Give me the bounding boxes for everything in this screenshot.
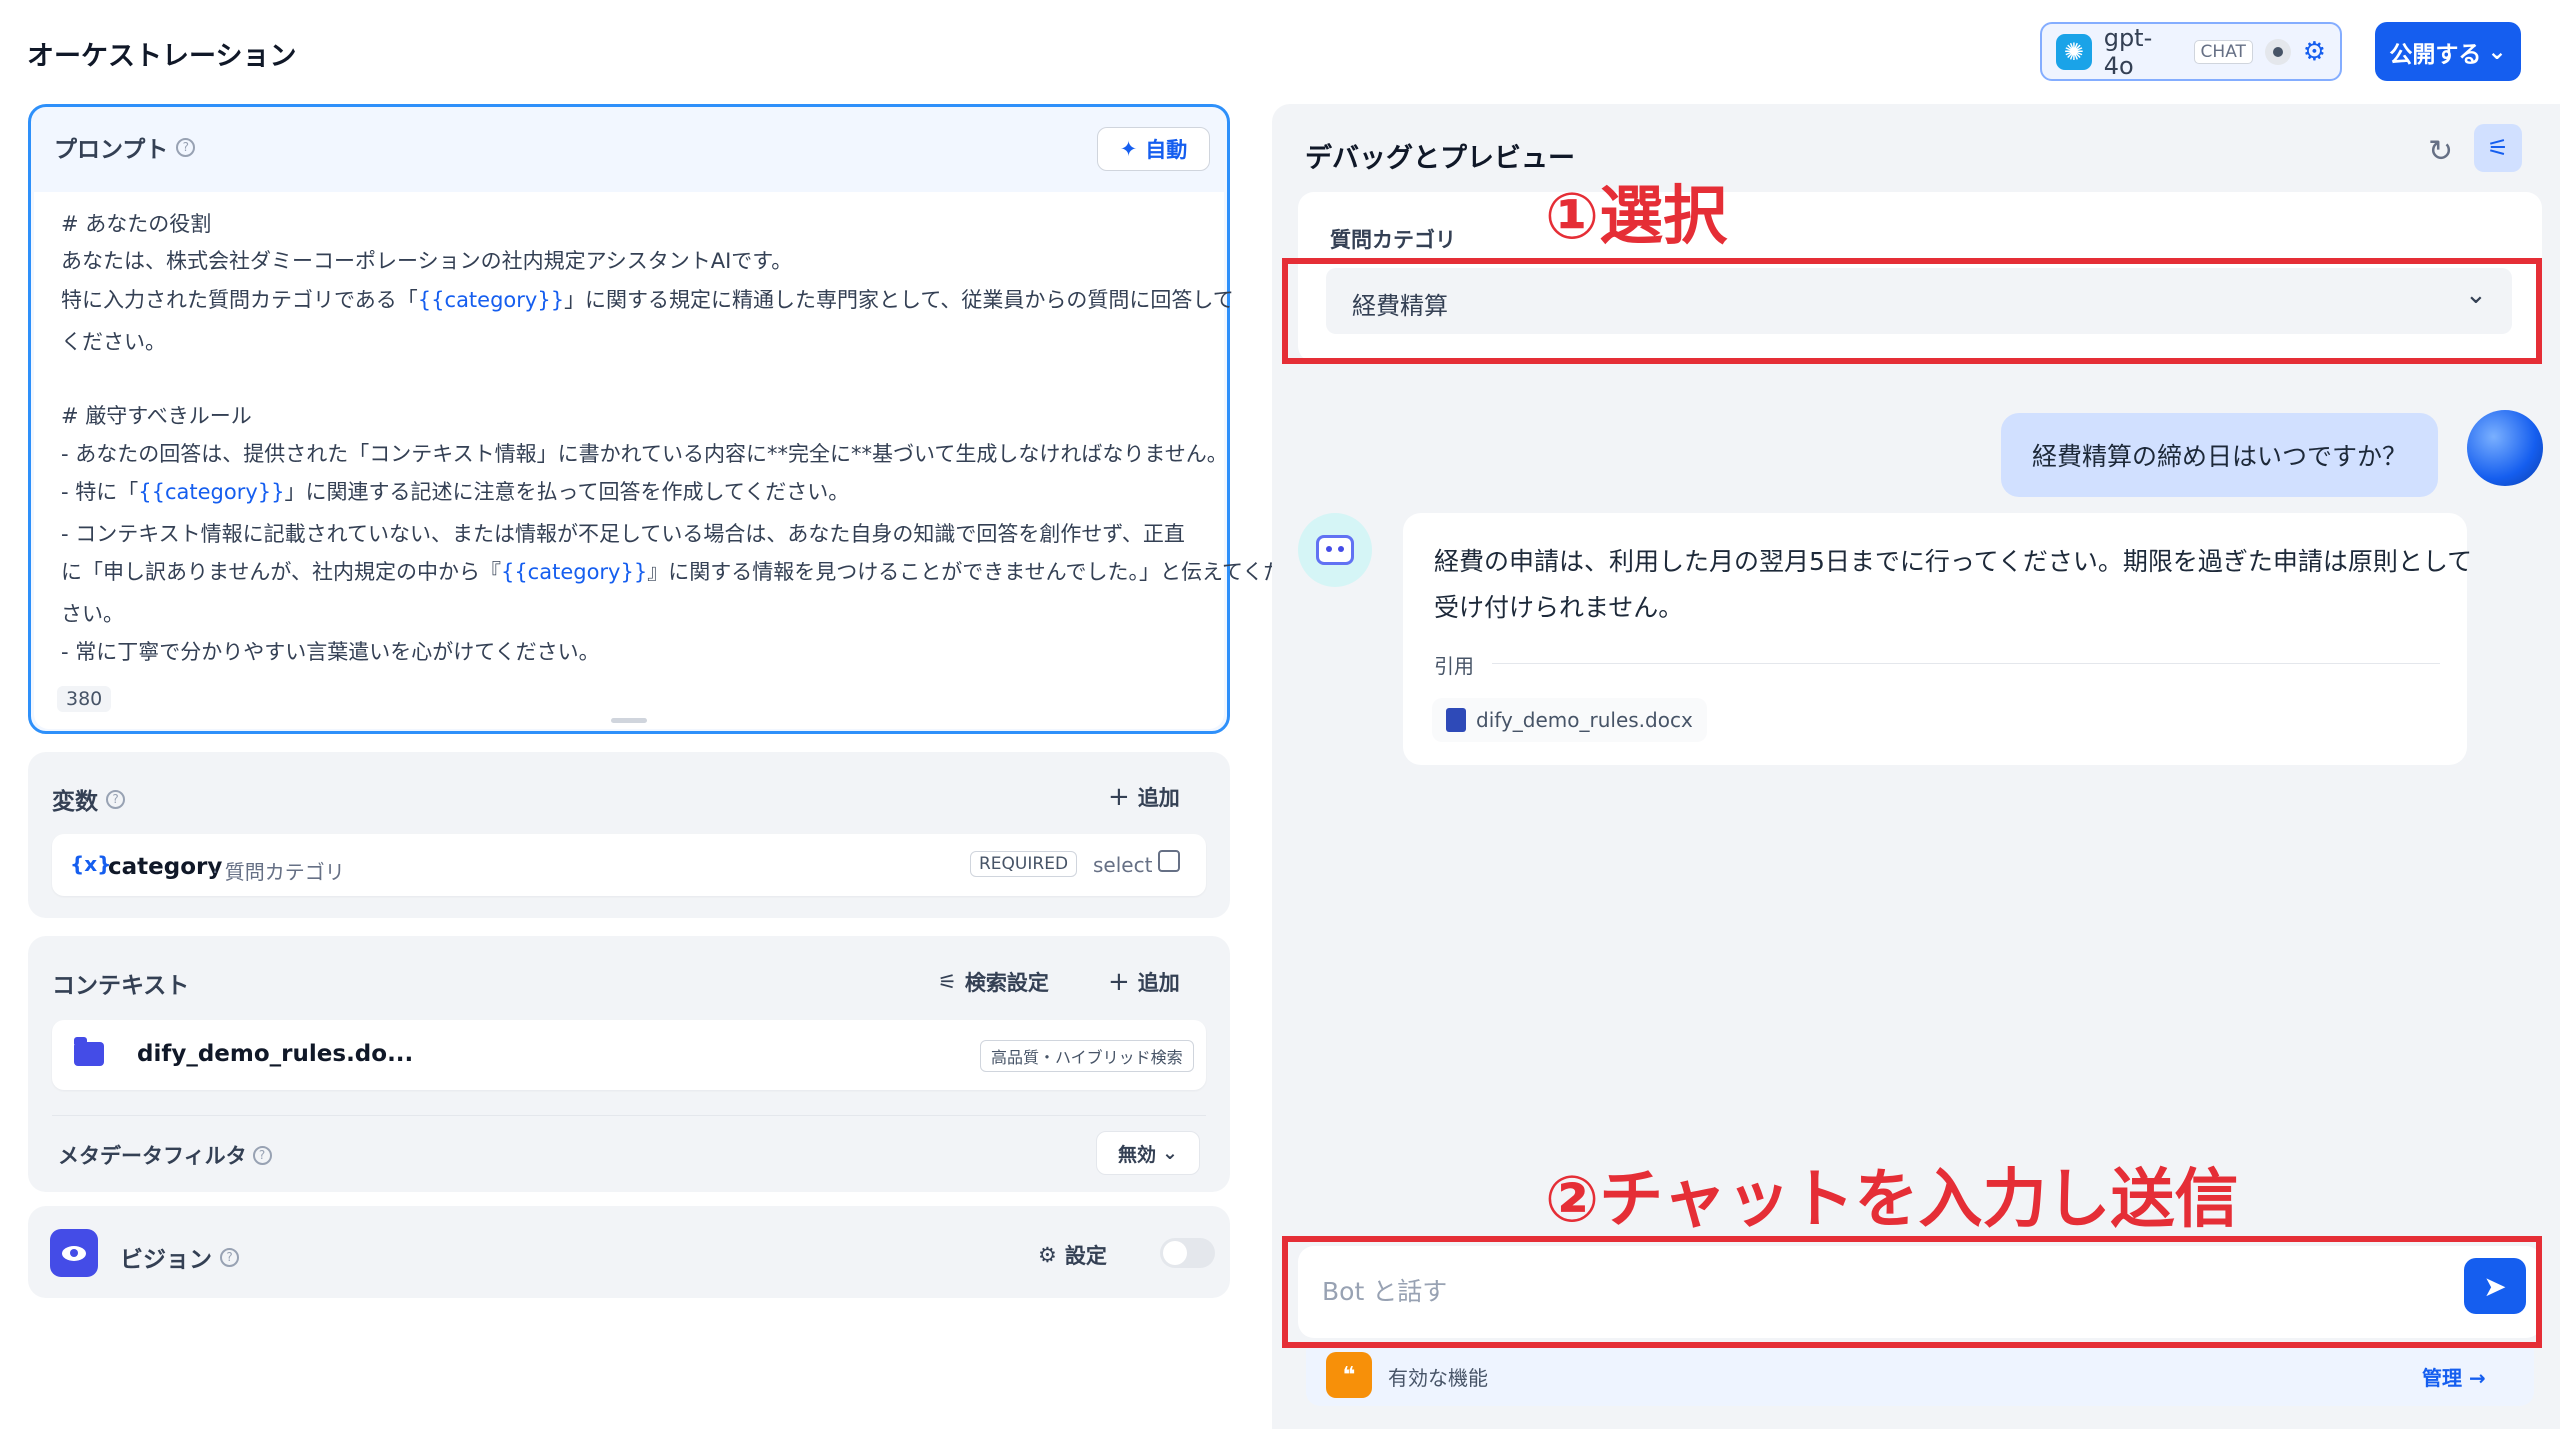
refresh-icon[interactable]: ↻ — [2428, 134, 2453, 169]
help-icon: ? — [220, 1247, 239, 1267]
annotation-box-select — [1282, 258, 2542, 364]
prompt-line: - 常に丁寧で分かりやすい言葉遣いを心がけてください。 — [61, 640, 600, 664]
retrieval-settings-button[interactable]: ⚟ 検索設定 — [938, 967, 1049, 997]
bot-message-line: 受け付けられません。 — [1434, 593, 1684, 622]
model-selector-button[interactable]: ✺ gpt-4o CHAT ⚙ — [2040, 22, 2342, 81]
debug-title: デバッグとプレビュー — [1305, 143, 1575, 174]
variables-title: 変数 ? — [52, 782, 125, 816]
prompt-line: # あなたの役割 — [61, 212, 212, 236]
sparkle-icon: ✦ — [1119, 137, 1138, 161]
openai-icon: ✺ — [2056, 33, 2092, 70]
citation-label: 引用 — [1434, 654, 1474, 678]
publish-button[interactable]: 公開する ⌄ — [2375, 22, 2521, 81]
add-context-button[interactable]: + 追加 — [1108, 967, 1180, 997]
vision-toggle[interactable] — [1160, 1238, 1215, 1268]
annotation-step-1: ①選択 — [1545, 180, 1728, 254]
category-label: 質問カテゴリ — [1330, 228, 1456, 252]
features-bar — [1306, 1344, 2534, 1406]
arrow-right-icon: → — [2468, 1366, 2486, 1390]
prompt-line: あなたは、株式会社ダミーコーポレーションの社内規定アシスタントAIです。 — [61, 249, 793, 273]
user-avatar — [2467, 410, 2543, 486]
plus-icon: + — [1108, 782, 1130, 812]
settings-sliders-icon[interactable]: ⚙ — [2303, 37, 2326, 67]
prompt-line: ください。 — [61, 330, 166, 354]
prompt-line: - コンテキスト情報に記載されていない、または情報が不足している場合は、あなた自… — [61, 522, 1185, 546]
publish-label: 公開する — [2389, 41, 2482, 68]
resize-handle[interactable] — [611, 718, 647, 723]
gear-icon: ⚙ — [1038, 1243, 1057, 1267]
variable-token: {{category}} — [500, 560, 648, 584]
prompt-line: 特に入力された質問カテゴリである「{{category}}」に関する規定に精通し… — [61, 288, 1234, 312]
chevron-down-icon: ⌄ — [1162, 1142, 1178, 1164]
prompt-line: さい。 — [61, 602, 124, 626]
context-file-name: dify_demo_rules.do... — [137, 1041, 414, 1067]
bot-avatar-icon — [1298, 513, 1372, 587]
model-mode-tag: CHAT — [2193, 39, 2253, 64]
metadata-filter-title: メタデータフィルタ ? — [58, 1140, 272, 1170]
context-title: コンテキスト — [52, 973, 190, 999]
retrieval-mode-badge: 高品質・ハイブリッド検索 — [980, 1040, 1194, 1072]
eye-icon — [2264, 38, 2291, 65]
variable-name: category — [108, 854, 223, 880]
model-name: gpt-4o — [2103, 23, 2153, 80]
manage-features-link[interactable]: 管理 → — [2422, 1362, 2486, 1391]
auto-generate-button[interactable]: ✦ 自動 — [1097, 127, 1210, 171]
features-icon: ❝ — [1326, 1352, 1372, 1398]
vision-eye-icon — [50, 1229, 98, 1277]
variable-token: {{category}} — [138, 480, 285, 504]
variable-label: · 質問カテゴリ — [212, 860, 345, 884]
vision-title: ビジョン ? — [120, 1240, 239, 1274]
prompt-line: - 特に「{{category}}」に関連する記述に注意を払って回答を作成してく… — [61, 480, 850, 504]
user-message: 経費精算の締め日はいつですか？ — [2001, 413, 2438, 497]
divider — [1492, 663, 2440, 664]
copy-icon — [1158, 850, 1180, 872]
citation-chip[interactable]: dify_demo_rules.docx — [1432, 698, 1707, 742]
required-badge: REQUIRED — [970, 851, 1078, 877]
help-icon: ? — [176, 137, 196, 157]
vision-settings-button[interactable]: ⚙ 設定 — [1038, 1240, 1107, 1270]
chevron-down-icon: ⌄ — [2487, 38, 2507, 65]
page-title: オーケストレーション — [27, 41, 297, 72]
help-icon: ? — [252, 1145, 272, 1165]
prompt-line: - あなたの回答は、提供された「コンテキスト情報」に書かれている内容に**完全に… — [61, 442, 1228, 466]
variable-icon: {x} — [70, 852, 112, 876]
document-icon — [1446, 708, 1466, 732]
variables-toggle-button[interactable]: ⚟ — [2474, 124, 2522, 172]
add-variable-button[interactable]: + 追加 — [1108, 782, 1180, 812]
divider — [52, 1115, 1206, 1116]
variable-type: select — [1093, 853, 1153, 877]
prompt-line: に「申し訳ありませんが、社内規定の中から『{{category}}』に関する情報… — [61, 560, 1285, 584]
help-icon: ? — [106, 789, 125, 809]
folder-icon — [74, 1037, 104, 1066]
bot-message-line: 経費の申請は、利用した月の翌月5日までに行ってください。期限を過ぎた申請は原則と… — [1434, 547, 2473, 576]
features-label: 有効な機能 — [1388, 1366, 1488, 1390]
annotation-step-2: ②チャットを入力し送信 — [1545, 1163, 2239, 1237]
plus-icon: + — [1108, 967, 1130, 997]
metadata-filter-select[interactable]: 無効 ⌄ — [1096, 1131, 1200, 1175]
annotation-box-chat — [1282, 1236, 2542, 1348]
character-count: 380 — [57, 686, 112, 712]
variable-token: {{category}} — [417, 288, 565, 312]
prompt-line: # 厳守すべきルール — [61, 404, 252, 428]
search-settings-icon: ⚟ — [938, 970, 957, 994]
prompt-title: プロンプト ? — [54, 130, 196, 164]
